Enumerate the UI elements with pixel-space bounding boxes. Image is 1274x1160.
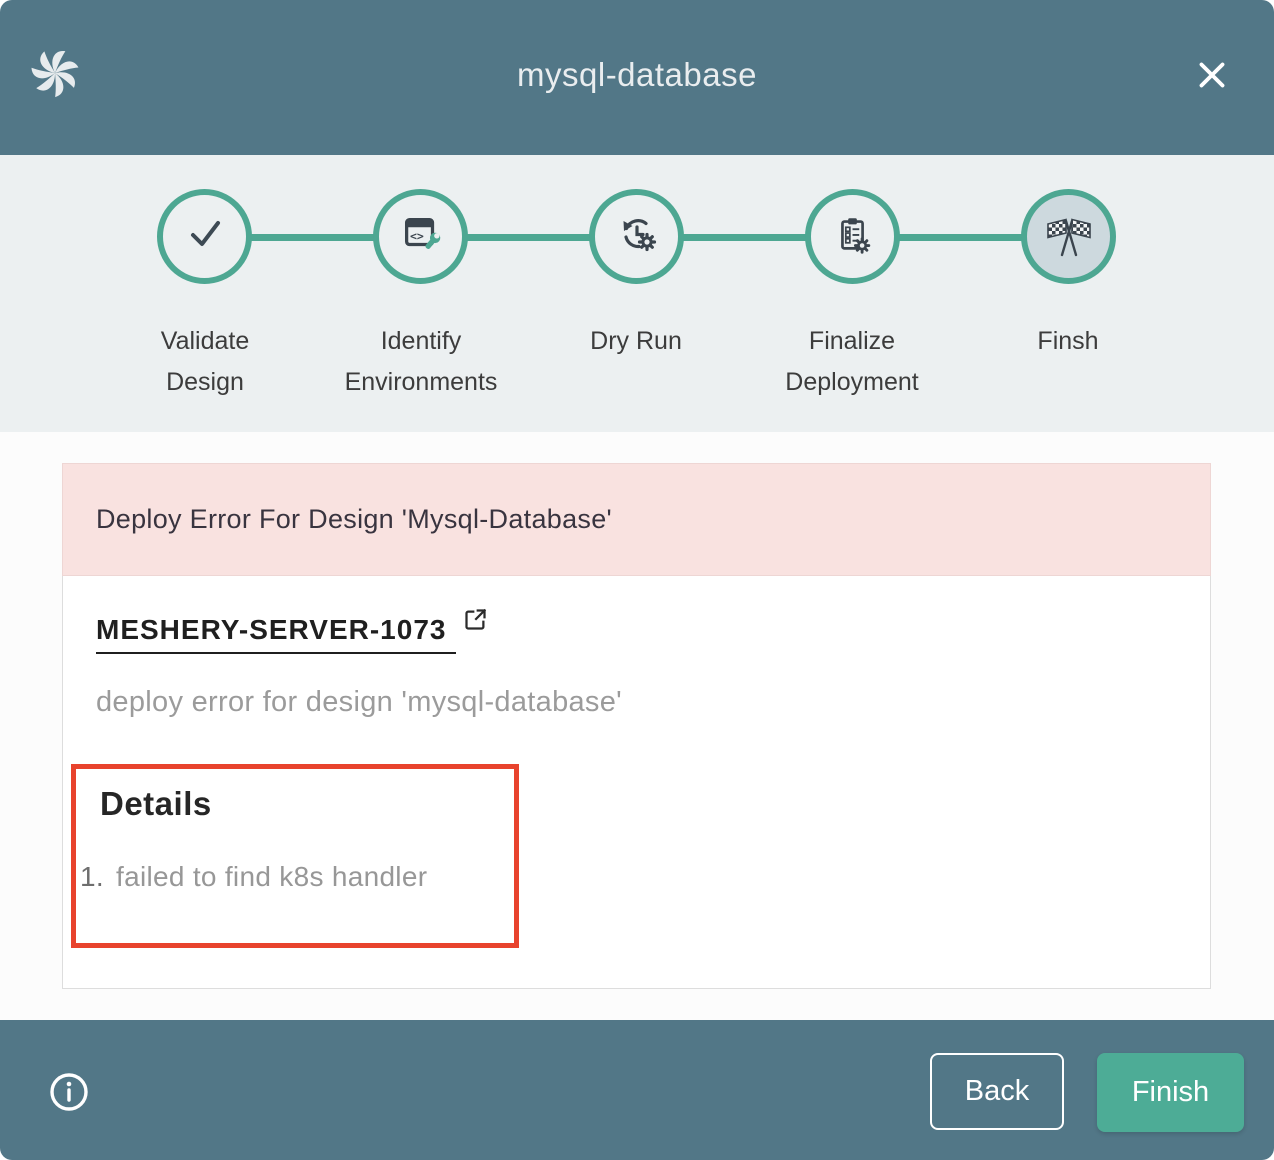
deploy-wizard-dialog: mysql-database <> (0, 0, 1274, 1160)
info-icon[interactable] (48, 1071, 90, 1113)
dialog-title: mysql-database (0, 56, 1274, 94)
step-validate-design (157, 189, 252, 284)
dialog-header: mysql-database (0, 0, 1274, 155)
error-summary-text: deploy error for design 'mysql-database' (96, 686, 622, 719)
error-banner-title: Deploy Error For Design 'Mysql-Database' (96, 504, 612, 535)
error-details-item: failed to find k8s handler (112, 861, 514, 893)
dialog-footer: Back Finish (0, 1020, 1274, 1160)
step-label-finish: Finsh (938, 321, 1198, 362)
external-link-icon[interactable] (462, 606, 489, 638)
step-dry-run (589, 189, 684, 284)
error-details-list: failed to find k8s handler (84, 861, 514, 893)
back-button[interactable]: Back (930, 1053, 1064, 1130)
error-banner: Deploy Error For Design 'Mysql-Database' (62, 463, 1211, 576)
error-detail-panel: MESHERY-SERVER-1073 deploy error for des… (62, 576, 1211, 989)
step-finalize-deployment (805, 189, 900, 284)
code-wrench-icon: <> (398, 211, 444, 262)
clipboard-gear-icon (830, 211, 876, 262)
checkered-flags-icon (1045, 210, 1093, 263)
dialog-content: Deploy Error For Design 'Mysql-Database'… (0, 432, 1274, 1020)
finish-button[interactable]: Finish (1097, 1053, 1244, 1132)
dry-run-sync-gear-icon (613, 210, 661, 263)
close-icon[interactable] (1190, 54, 1234, 98)
check-icon (181, 210, 229, 263)
svg-text:<>: <> (409, 229, 423, 243)
error-details-title: Details (100, 785, 514, 823)
step-identify-environments: <> (373, 189, 468, 284)
error-details-box: Details failed to find k8s handler (71, 764, 519, 948)
step-finish (1021, 189, 1116, 284)
error-code-row: MESHERY-SERVER-1073 (96, 614, 489, 654)
deployment-stepper: <> (0, 155, 1274, 432)
error-code-link[interactable]: MESHERY-SERVER-1073 (96, 614, 456, 654)
